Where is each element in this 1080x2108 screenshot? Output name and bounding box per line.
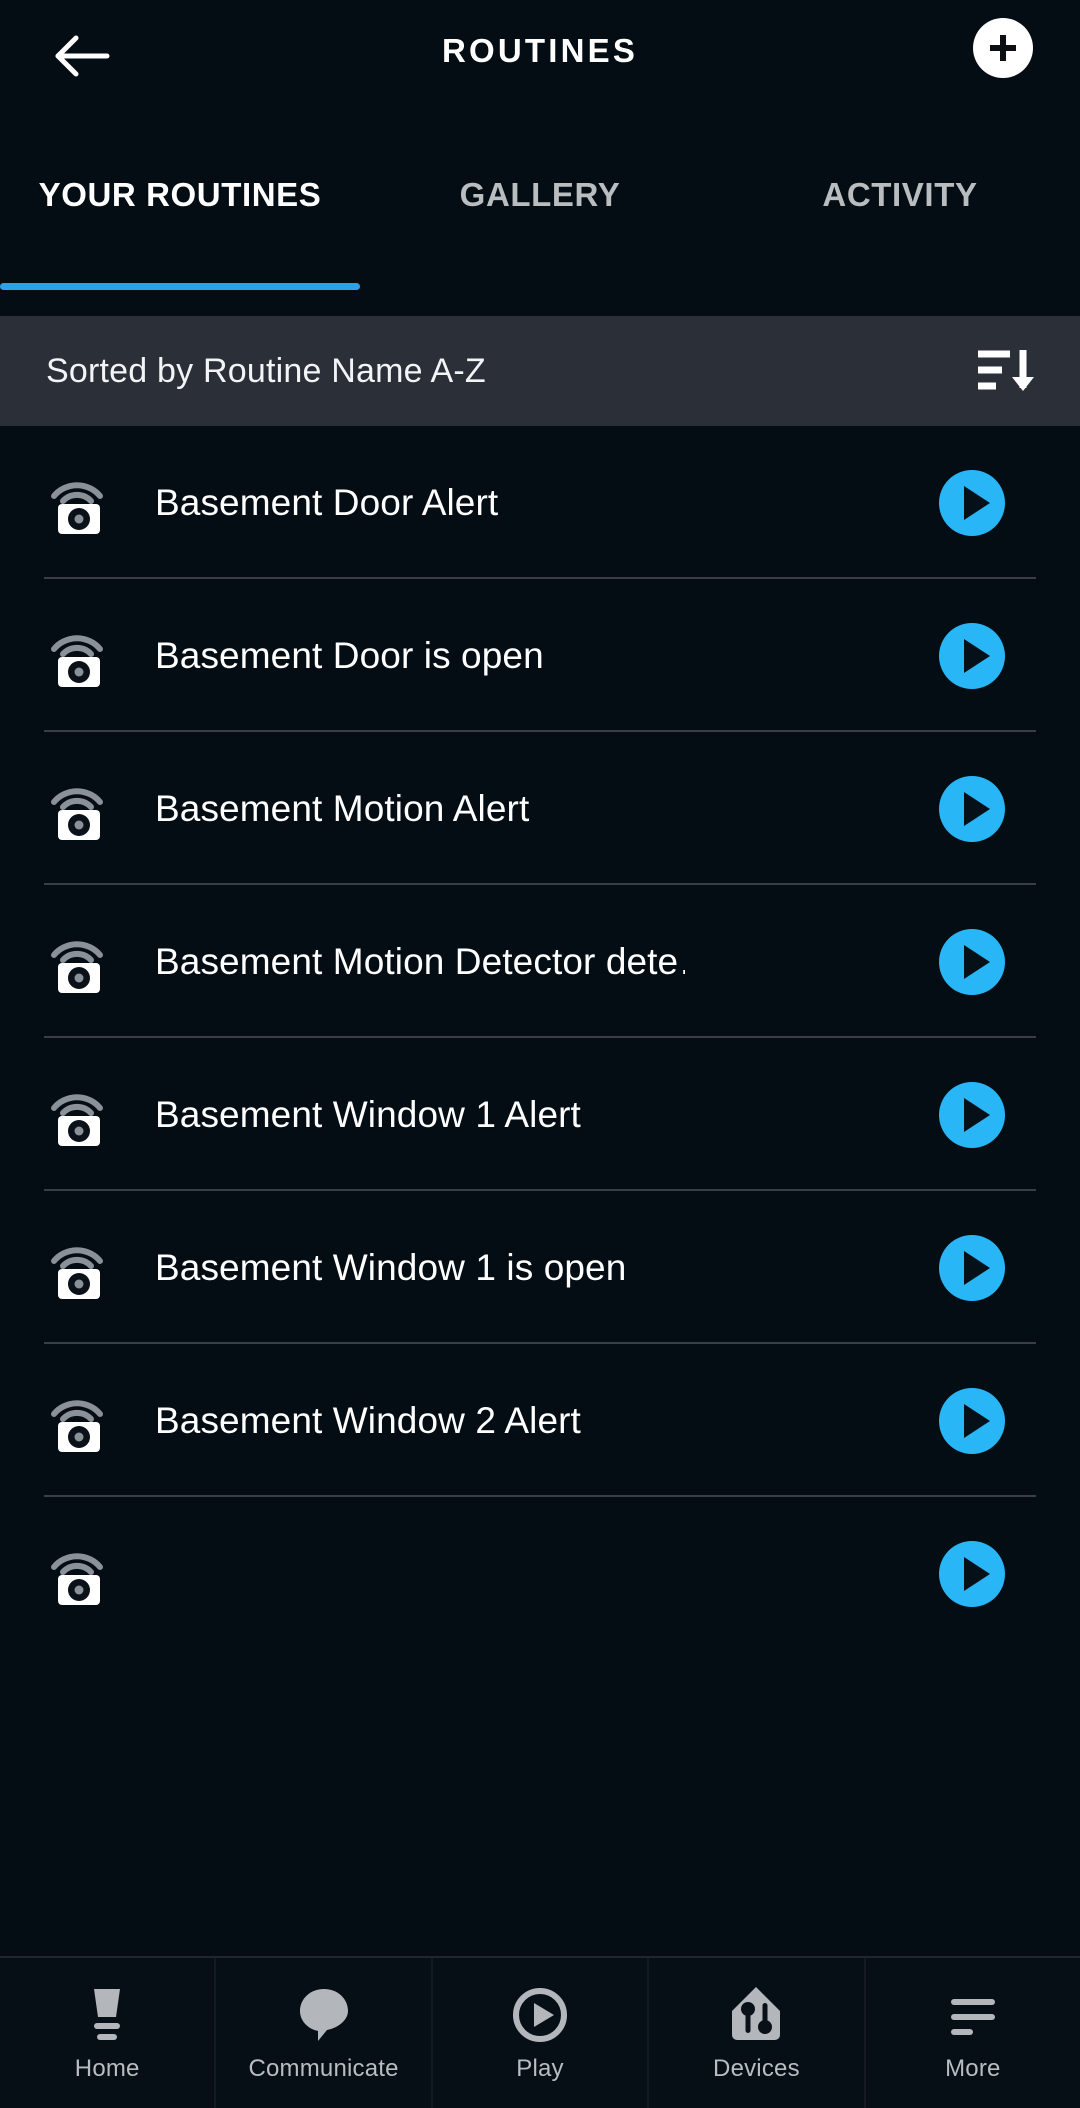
smart-sensor-icon xyxy=(44,776,110,842)
tab-activity[interactable]: ACTIVITY xyxy=(720,112,1080,290)
routine-row[interactable] xyxy=(0,1497,1080,1650)
routine-name: Basement Motion Alert xyxy=(155,787,530,829)
sort-status-label: Sorted by Routine Name A-Z xyxy=(46,351,486,390)
tab-your-routines[interactable]: YOUR ROUTINES xyxy=(0,112,360,290)
tab-label: GALLERY xyxy=(459,176,621,213)
nav-label: Devices xyxy=(713,2055,800,2082)
run-routine-button[interactable] xyxy=(938,1387,1006,1455)
home-devices-icon xyxy=(726,1983,786,2045)
run-routine-button[interactable] xyxy=(938,928,1006,996)
routine-name: Basement Window 1 is open xyxy=(155,1246,627,1288)
smart-sensor-icon xyxy=(44,1082,110,1148)
run-routine-button[interactable] xyxy=(938,1540,1006,1608)
add-routine-button[interactable] xyxy=(973,18,1033,78)
page-title: ROUTINES xyxy=(441,32,639,69)
routine-row[interactable]: Basement Motion Alert xyxy=(0,732,1080,885)
routine-row[interactable]: Basement Window 1 Alert xyxy=(0,1038,1080,1191)
run-routine-button[interactable] xyxy=(938,1234,1006,1302)
smart-sensor-icon xyxy=(44,1388,110,1454)
nav-item-home[interactable]: Home xyxy=(0,1958,217,2108)
play-circle-icon xyxy=(510,1983,570,2045)
smart-sensor-icon xyxy=(44,929,110,995)
active-tab-indicator xyxy=(0,283,360,290)
tab-gallery[interactable]: GALLERY xyxy=(360,112,720,290)
smart-sensor-icon xyxy=(44,1235,110,1301)
routine-name: Basement Door Alert xyxy=(155,481,499,523)
nav-label: Play xyxy=(516,2055,564,2082)
tab-label: YOUR ROUTINES xyxy=(38,176,322,213)
run-routine-button[interactable] xyxy=(938,775,1006,843)
bottom-navigation-bar: Home Communicate Play Devices More xyxy=(0,1956,1080,2108)
nav-item-more[interactable]: More xyxy=(866,1958,1080,2108)
routine-name xyxy=(155,1497,685,1650)
sort-descending-icon xyxy=(978,350,1034,391)
nav-item-communicate[interactable]: Communicate xyxy=(216,1958,433,2108)
nav-item-devices[interactable]: Devices xyxy=(649,1958,866,2108)
routines-list[interactable]: Basement Door Alert Basement Door is ope… xyxy=(0,426,1080,1918)
app-header: ROUTINES xyxy=(0,0,1080,112)
tab-bar: YOUR ROUTINES GALLERY ACTIVITY xyxy=(0,112,1080,290)
routine-row[interactable]: Basement Window 2 Alert xyxy=(0,1344,1080,1497)
routine-row[interactable]: Basement Door Alert xyxy=(0,426,1080,579)
smart-sensor-icon xyxy=(44,623,110,689)
routine-name: Basement Window 2 Alert xyxy=(155,1399,581,1441)
tab-label: ACTIVITY xyxy=(822,176,978,213)
lamp-icon xyxy=(77,1983,137,2045)
sort-button[interactable] xyxy=(974,346,1036,398)
routines-screen: ROUTINES YOUR ROUTINES GALLERY ACTIVITY … xyxy=(0,0,1080,2108)
run-routine-button[interactable] xyxy=(938,469,1006,537)
routine-name: Basement Door is open xyxy=(155,634,544,676)
run-routine-button[interactable] xyxy=(938,622,1006,690)
nav-label: Communicate xyxy=(248,2055,399,2082)
routine-row[interactable]: Basement Window 1 is open xyxy=(0,1191,1080,1344)
speech-bubble-icon xyxy=(294,1983,354,2045)
nav-label: More xyxy=(945,2055,1001,2082)
sort-bar[interactable]: Sorted by Routine Name A-Z xyxy=(0,316,1080,426)
smart-sensor-icon xyxy=(44,1541,110,1607)
routine-row[interactable]: Basement Motion Detector dete… xyxy=(0,885,1080,1038)
routine-row[interactable]: Basement Door is open xyxy=(0,579,1080,732)
run-routine-button[interactable] xyxy=(938,1081,1006,1149)
hamburger-menu-icon xyxy=(943,1983,1003,2045)
nav-item-play[interactable]: Play xyxy=(433,1958,650,2108)
nav-label: Home xyxy=(74,2055,140,2082)
plus-icon xyxy=(990,35,1016,61)
routine-name: Basement Window 1 Alert xyxy=(155,1093,581,1135)
smart-sensor-icon xyxy=(44,470,110,536)
routine-name: Basement Motion Detector dete… xyxy=(155,940,685,982)
